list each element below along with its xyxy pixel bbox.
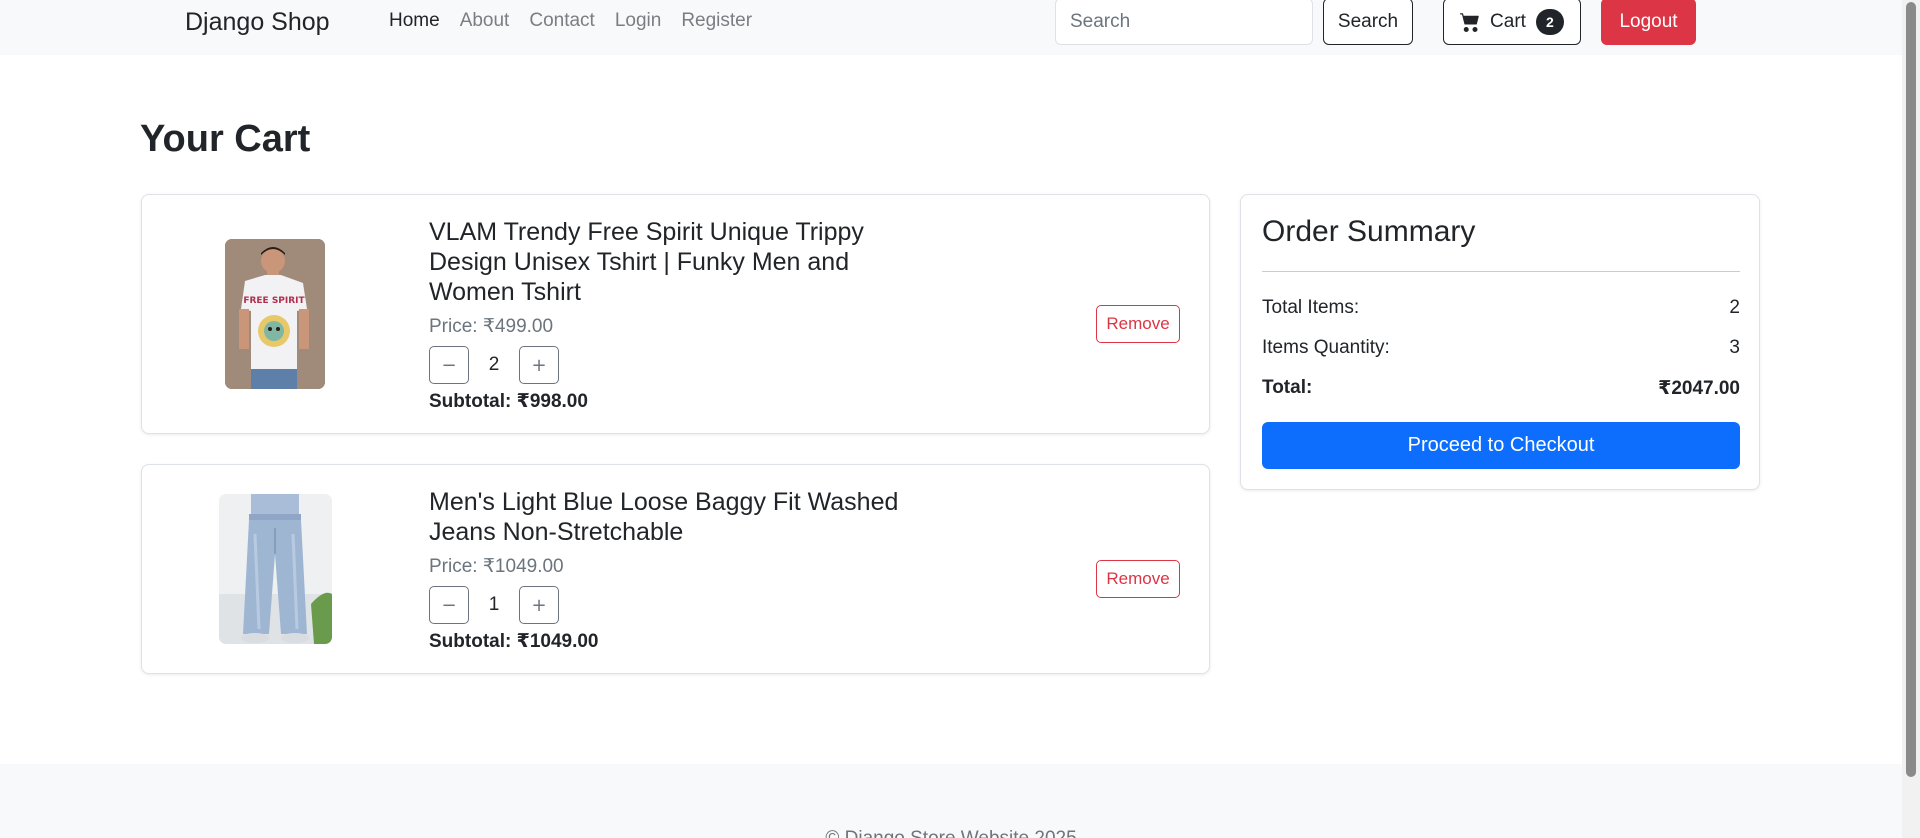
remove-button[interactable]: Remove — [1096, 305, 1180, 343]
svg-text:FREE SPIRIT: FREE SPIRIT — [243, 296, 305, 306]
increment-button[interactable]: + — [519, 346, 559, 384]
search-button[interactable]: Search — [1323, 0, 1413, 45]
search-input[interactable] — [1055, 0, 1313, 45]
logout-button[interactable]: Logout — [1601, 0, 1696, 45]
top-navbar: Django Shop Home About Contact Login Reg… — [0, 0, 1902, 55]
product-image-jeans — [219, 494, 332, 644]
item-price: Price: ₹1049.00 — [429, 556, 564, 577]
item-name[interactable]: Men's Light Blue Loose Baggy Fit Washed … — [429, 487, 929, 547]
items-quantity-label: Items Quantity: — [1262, 337, 1390, 358]
item-price: Price: ₹499.00 — [429, 316, 554, 337]
footer: © Django Store Website 2025 — [0, 764, 1902, 838]
total-row: Total: ₹2047.00 — [1262, 377, 1740, 400]
item-name[interactable]: VLAM Trendy Free Spirit Unique Trippy De… — [429, 217, 929, 307]
cart-count-badge: 2 — [1535, 8, 1564, 35]
product-image-tshirt: FREE SPIRIT — [225, 239, 325, 389]
total-items-value: 2 — [1729, 297, 1740, 318]
decrement-button[interactable]: − — [429, 346, 469, 384]
footer-text: © Django Store Website 2025 — [0, 828, 1902, 838]
page-title: Your Cart — [140, 118, 311, 160]
nav-links: Home About Contact Login Register — [389, 10, 752, 32]
quantity-stepper: − 2 + — [429, 346, 929, 384]
total-items-row: Total Items: 2 — [1262, 297, 1740, 319]
quantity-value: 1 — [488, 594, 500, 615]
order-summary-title: Order Summary — [1262, 215, 1476, 248]
brand-logo[interactable]: Django Shop — [185, 8, 330, 37]
checkout-button[interactable]: Proceed to Checkout — [1262, 422, 1740, 469]
nav-contact[interactable]: Contact — [529, 10, 594, 32]
cart-label: Cart — [1490, 10, 1526, 32]
items-quantity-row: Items Quantity: 3 — [1262, 337, 1740, 359]
page-scrollbar[interactable] — [1902, 0, 1920, 838]
cart-icon — [1460, 12, 1480, 32]
items-quantity-value: 3 — [1729, 337, 1740, 358]
cart-button[interactable]: Cart 2 — [1443, 0, 1581, 45]
nav-register[interactable]: Register — [681, 10, 752, 32]
nav-home[interactable]: Home — [389, 10, 440, 32]
item-info: VLAM Trendy Free Spirit Unique Trippy De… — [429, 217, 929, 413]
increment-button[interactable]: + — [519, 586, 559, 624]
item-info: Men's Light Blue Loose Baggy Fit Washed … — [429, 487, 929, 653]
quantity-stepper: − 1 + — [429, 586, 929, 624]
order-summary-card: Order Summary Total Items: 2 Items Quant… — [1240, 194, 1760, 490]
quantity-value: 2 — [488, 354, 500, 375]
cart-item-card: Men's Light Blue Loose Baggy Fit Washed … — [141, 464, 1210, 674]
scrollbar-thumb[interactable] — [1906, 2, 1916, 777]
total-value: ₹2047.00 — [1658, 378, 1740, 399]
item-subtotal: Subtotal: ₹1049.00 — [429, 631, 599, 652]
nav-about[interactable]: About — [460, 10, 510, 32]
nav-login[interactable]: Login — [615, 10, 662, 32]
total-items-label: Total Items: — [1262, 297, 1360, 318]
cart-item-card: FREE SPIRIT VLAM Trendy Free Spirit Uniq… — [141, 194, 1210, 434]
decrement-button[interactable]: − — [429, 586, 469, 624]
total-label: Total: — [1262, 377, 1313, 398]
remove-button[interactable]: Remove — [1096, 560, 1180, 598]
item-subtotal: Subtotal: ₹998.00 — [429, 391, 588, 412]
divider — [1262, 271, 1740, 272]
